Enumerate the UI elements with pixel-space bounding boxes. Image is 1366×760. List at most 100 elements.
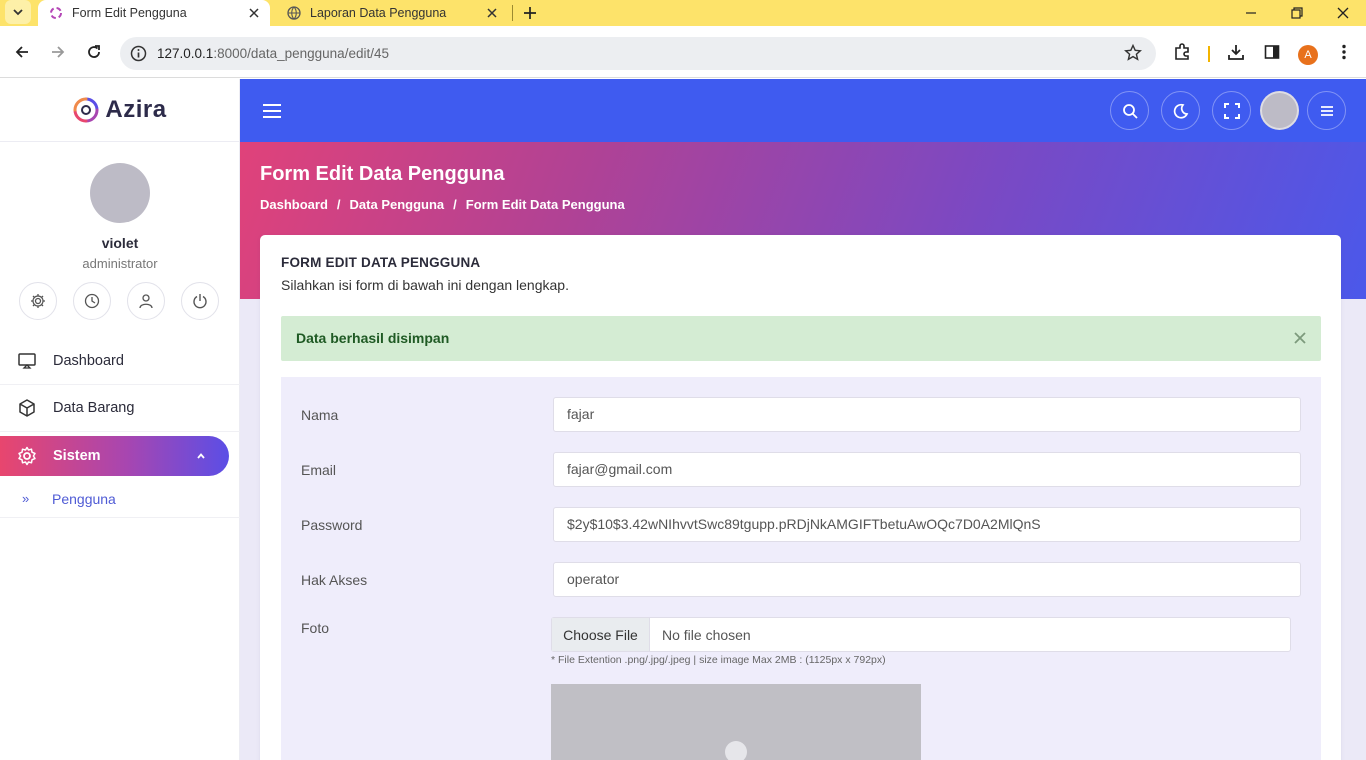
form-card: FORM EDIT DATA PENGGUNA Silahkan isi for… <box>260 235 1341 760</box>
alert-message: Data berhasil disimpan <box>296 330 450 346</box>
hak-akses-input[interactable]: operator <box>553 562 1301 597</box>
fullscreen-button[interactable] <box>1212 91 1251 130</box>
toolbar-divider <box>1208 46 1210 62</box>
sidebar-item-label: Data Barang <box>53 400 135 416</box>
bookmark-star-icon[interactable] <box>1124 44 1142 62</box>
gear-icon <box>16 445 38 467</box>
sidebar-subitem-pengguna[interactable]: » Pengguna <box>0 480 240 518</box>
user-role: administrator <box>82 256 158 271</box>
tab-favicon-icon <box>48 5 64 21</box>
sidebar-item-data-barang[interactable]: Data Barang <box>0 385 240 432</box>
downloads-button[interactable] <box>1222 38 1250 66</box>
kebab-menu-icon <box>1342 44 1346 60</box>
file-status: No file chosen <box>662 626 751 643</box>
logout-button[interactable] <box>181 282 219 320</box>
user-name: violet <box>101 235 139 251</box>
url-host: 127.0.0.1 <box>157 46 214 61</box>
tab-title: Form Edit Pengguna <box>72 6 187 20</box>
foto-file-input[interactable]: Choose File No file chosen <box>551 617 1291 652</box>
url-path: :8000/data_pengguna/edit/45 <box>213 46 389 61</box>
page-title: Form Edit Data Pengguna <box>260 163 505 185</box>
fullscreen-icon <box>1223 102 1240 119</box>
address-bar[interactable]: 127.0.0.1:8000/data_pengguna/edit/45 <box>120 37 1156 70</box>
search-icon <box>1122 103 1138 119</box>
breadcrumb-link-dashboard[interactable]: Dashboard <box>260 197 328 212</box>
tab-form-edit-pengguna[interactable]: Form Edit Pengguna <box>38 0 270 26</box>
user-avatar <box>90 163 150 223</box>
browser-tab-strip: Form Edit Pengguna Laporan Data Pengguna <box>0 0 1366 26</box>
tab-divider <box>512 5 513 21</box>
close-window-button[interactable] <box>1320 0 1366 26</box>
chevron-up-icon <box>191 446 211 466</box>
info-icon[interactable] <box>130 45 147 62</box>
top-navbar <box>240 79 1366 142</box>
menu-lines-icon <box>1320 105 1333 116</box>
brand-name: Azira <box>105 96 167 123</box>
close-icon <box>1337 7 1349 19</box>
profile-button[interactable] <box>127 282 165 320</box>
chrome-menu-button[interactable] <box>1330 38 1358 66</box>
extensions-button[interactable] <box>1168 38 1196 66</box>
browser-toolbar: 127.0.0.1:8000/data_pengguna/edit/45 <box>0 26 1366 78</box>
gear-icon <box>31 294 45 308</box>
password-input[interactable]: $2y$10$3.42wNIhvvtSwc89tgupp.pRDjNkAMGIF… <box>553 507 1301 542</box>
tab-close-icon[interactable] <box>244 3 264 23</box>
monitor-icon <box>16 350 38 372</box>
download-icon <box>1228 45 1244 60</box>
power-icon <box>193 294 207 309</box>
clock-icon <box>84 293 100 309</box>
tab-title: Laporan Data Pengguna <box>310 6 447 20</box>
restore-icon <box>1291 7 1303 19</box>
tab-laporan-data-pengguna[interactable]: Laporan Data Pengguna <box>276 0 508 26</box>
nama-label: Nama <box>301 407 339 423</box>
sidebar: Azira violet administrator Dashboard Dat… <box>0 79 240 760</box>
nama-input[interactable]: fajar <box>553 397 1301 432</box>
settings-button[interactable] <box>19 282 57 320</box>
sidebar-subitem-label: Pengguna <box>52 490 116 507</box>
main-content: Form Edit Data Pengguna Dashboard / Data… <box>240 79 1366 760</box>
back-button[interactable] <box>8 38 36 66</box>
plus-icon <box>524 7 536 19</box>
tab-close-icon[interactable] <box>482 3 502 23</box>
email-input[interactable]: fajar@gmail.com <box>553 452 1301 487</box>
chevron-down-icon <box>13 9 23 16</box>
azira-logo-icon <box>73 97 99 123</box>
sidebar-item-label: Dashboard <box>53 353 124 369</box>
activity-button[interactable] <box>73 282 111 320</box>
tab-search-button[interactable] <box>5 0 31 24</box>
arrow-left-icon <box>15 46 28 58</box>
right-menu-button[interactable] <box>1307 91 1346 130</box>
dark-mode-button[interactable] <box>1161 91 1200 130</box>
alert-close-icon[interactable] <box>1291 329 1309 347</box>
restore-button[interactable] <box>1274 0 1320 26</box>
sidebar-item-sistem[interactable]: Sistem <box>0 436 229 476</box>
reload-icon <box>88 45 100 58</box>
forward-button[interactable] <box>44 38 72 66</box>
hamburger-menu-icon[interactable] <box>260 99 284 123</box>
new-tab-button[interactable] <box>518 1 542 25</box>
foto-label: Foto <box>301 620 330 636</box>
arrow-right-icon <box>52 46 65 58</box>
card-subtitle: Silahkan isi form di bawah ini dengan le… <box>281 277 569 293</box>
puzzle-icon <box>1175 43 1189 60</box>
brand[interactable]: Azira <box>0 79 240 142</box>
side-panel-button[interactable] <box>1258 38 1286 66</box>
box-icon <box>16 397 38 419</box>
moon-icon <box>1173 103 1188 118</box>
breadcrumb: Dashboard / Data Pengguna / Form Edit Da… <box>260 197 625 212</box>
side-panel-icon <box>1264 45 1280 59</box>
profile-avatar[interactable]: A <box>1298 45 1318 65</box>
url-text: 127.0.0.1:8000/data_pengguna/edit/45 <box>157 46 389 61</box>
breadcrumb-link-data-pengguna[interactable]: Data Pengguna <box>350 197 445 212</box>
user-icon <box>139 294 153 309</box>
navbar-user-avatar[interactable] <box>1260 91 1299 130</box>
search-button[interactable] <box>1110 91 1149 130</box>
reload-button[interactable] <box>80 38 108 66</box>
edit-user-form: Nama fajar Email fajar@gmail.com Passwor… <box>281 377 1321 760</box>
minimize-button[interactable] <box>1228 0 1274 26</box>
hak-akses-label: Hak Akses <box>301 572 368 588</box>
photo-preview <box>551 684 921 760</box>
sidebar-item-label: Sistem <box>53 448 101 464</box>
sidebar-item-dashboard[interactable]: Dashboard <box>0 338 240 385</box>
choose-file-button[interactable]: Choose File <box>552 618 650 651</box>
